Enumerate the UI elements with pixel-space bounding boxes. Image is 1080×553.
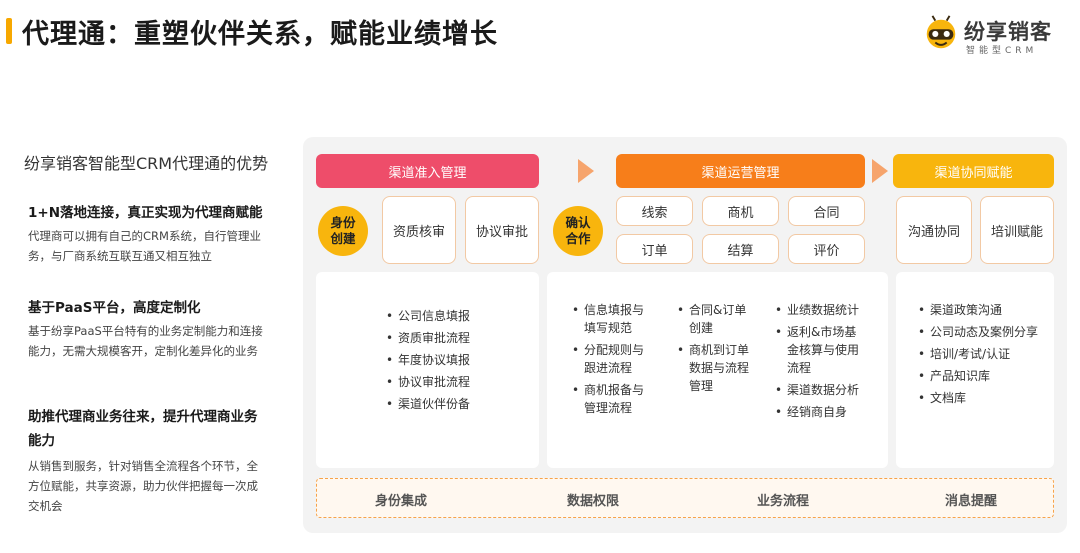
list-item: 培训/考试/认证 xyxy=(918,345,1050,363)
list-item: 渠道数据分析 xyxy=(775,381,883,399)
grid-order: 订单 xyxy=(616,234,693,264)
advantages-title: 纷享销客智能型CRM代理通的优势 xyxy=(24,154,269,173)
advantage-3-body: 从销售到服务，针对销售全流程各个环节，全 方位赋能，共享资源，助力伙伴把握每一次… xyxy=(28,459,258,513)
list-item: 商机报备与 管理流程 xyxy=(572,381,667,417)
list-item: 年度协议填报 xyxy=(386,351,470,369)
grid-contract: 合同 xyxy=(788,196,865,226)
list-item: 信息填报与 填写规范 xyxy=(572,301,667,337)
advantage-2-heading: 基于PaaS平台，高度定制化 xyxy=(28,300,201,316)
foundation-permission: 数据权限 xyxy=(567,494,620,509)
logo-name: 纷享销客 xyxy=(964,20,1052,44)
arrow-right-icon xyxy=(578,159,594,183)
brand-logo: 纷享销客 智能型CRM xyxy=(922,12,1072,58)
collab-detail-card: 渠道政策沟通 公司动态及案例分享 培训/考试/认证 产品知识库 文档库 xyxy=(896,272,1054,468)
logo-subtitle: 智能型CRM xyxy=(966,46,1038,56)
agreement-approval-box: 协议审批 xyxy=(465,196,539,264)
list-item: 公司信息填报 xyxy=(386,307,470,325)
list-item: 经销商自身 xyxy=(775,403,883,421)
foundation-notification: 消息提醒 xyxy=(945,494,998,509)
list-item: 合同&订单 创建 xyxy=(677,301,772,337)
list-item: 返利&市场基 金核算与使用 流程 xyxy=(775,323,883,377)
advantage-2-body: 基于纷享PaaS平台特有的业务定制能力和连接 能力，无需大规模客开，定制化差异化… xyxy=(28,324,263,358)
list-item: 渠道政策沟通 xyxy=(918,301,1050,319)
section-operation-header: 渠道运营管理 xyxy=(616,154,865,188)
grid-settlement: 结算 xyxy=(702,234,779,264)
list-item: 业绩数据统计 xyxy=(775,301,883,319)
list-item: 文档库 xyxy=(918,389,1050,407)
foundation-strip: 身份集成 数据权限 业务流程 消息提醒 xyxy=(316,478,1054,518)
advantage-3-heading: 助推代理商业务往来，提升代理商业务 能力 xyxy=(28,409,258,449)
grid-evaluation: 评价 xyxy=(788,234,865,264)
foundation-workflow: 业务流程 xyxy=(757,494,810,509)
page-title: 代理通：重塑伙伴关系，赋能业绩增长 xyxy=(22,19,498,50)
arrow-right-icon xyxy=(872,159,888,183)
bee-logo-icon xyxy=(926,15,956,49)
title-accent-bar xyxy=(6,18,12,44)
operation-detail-card: 信息填报与 填写规范 分配规则与 跟进流程 商机报备与 管理流程 合同&订单 创… xyxy=(547,272,888,468)
list-item: 分配规则与 跟进流程 xyxy=(572,341,667,377)
qualification-review-box: 资质核审 xyxy=(382,196,456,264)
list-item: 资质审批流程 xyxy=(386,329,470,347)
advantage-1-body: 代理商可以拥有自己的CRM系统，自行管理业 务，与厂商系统互联互通又相互独立 xyxy=(28,229,261,263)
list-item: 产品知识库 xyxy=(918,367,1050,385)
list-item: 公司动态及案例分享 xyxy=(918,323,1050,341)
foundation-identity: 身份集成 xyxy=(375,494,428,509)
section-collab-header: 渠道协同赋能 xyxy=(893,154,1054,188)
admission-detail-card: 公司信息填报 资质审批流程 年度协议填报 协议审批流程 渠道伙伴份备 xyxy=(316,272,539,468)
section-admission-header: 渠道准入管理 xyxy=(316,154,539,188)
grid-opportunity: 商机 xyxy=(702,196,779,226)
confirm-cooperation-circle: 确认 合作 xyxy=(553,206,603,256)
identity-create-circle: 身份 创建 xyxy=(318,206,368,256)
training-box: 培训赋能 xyxy=(980,196,1054,264)
list-item: 渠道伙伴份备 xyxy=(386,395,470,413)
list-item: 商机到订单 数据与流程 管理 xyxy=(677,341,772,395)
list-item: 协议审批流程 xyxy=(386,373,470,391)
grid-leads: 线索 xyxy=(616,196,693,226)
communication-box: 沟通协同 xyxy=(896,196,972,264)
advantage-1-heading: 1+N落地连接，真正实现为代理商赋能 xyxy=(28,205,263,221)
